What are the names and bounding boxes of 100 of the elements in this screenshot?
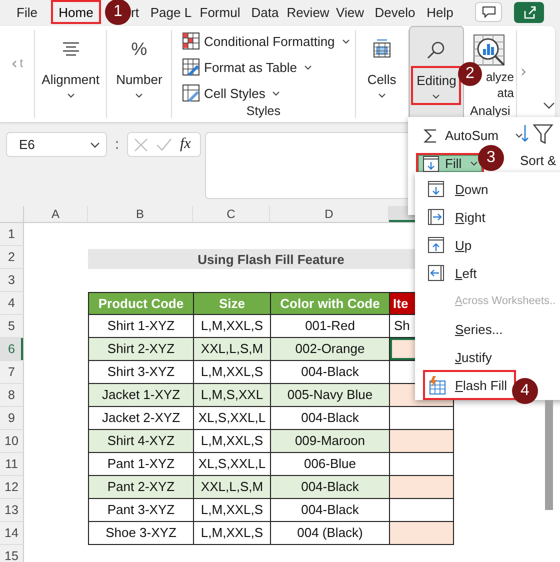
caret-icon [378, 93, 386, 98]
flash-fill-icon [427, 375, 447, 395]
row-header[interactable]: 8 [0, 384, 24, 407]
ribbon-button[interactable]: Alignment [40, 67, 102, 102]
table-cell[interactable]: Jacket 1-XYZ [88, 384, 193, 407]
table-cell[interactable]: XXL,L,S,M [193, 338, 270, 361]
table-cell[interactable]: Shirt 4-XYZ [88, 430, 193, 453]
ribbon-button[interactable]: Cell Styles [182, 84, 350, 102]
ribbon-tab[interactable]: File [6, 1, 48, 23]
grid-icon [370, 38, 393, 60]
share-icon [522, 5, 536, 19]
table-cell[interactable]: 009-Maroon [270, 430, 389, 453]
table-brush-icon [182, 58, 200, 76]
row-header[interactable]: 9 [0, 407, 24, 430]
group-label: Styles [246, 104, 280, 118]
caret-icon [515, 133, 524, 138]
column-header[interactable]: B [88, 206, 193, 223]
row-header[interactable]: 10 [0, 430, 24, 453]
table-cell[interactable]: Shoe 3-XYZ [88, 522, 193, 545]
caret-icon [66, 93, 75, 98]
group-label: Analysi [470, 104, 510, 118]
drag-handle-icon [115, 139, 119, 151]
row-header[interactable]: 15 [0, 545, 24, 562]
menu-item[interactable]: Series... [415, 315, 511, 343]
grid-icon [182, 32, 200, 50]
table-cell[interactable] [389, 476, 454, 499]
column-header[interactable]: C [193, 206, 270, 223]
caret-icon [272, 90, 280, 96]
ribbon-tab[interactable]: Review [286, 1, 330, 23]
row-header[interactable]: 13 [0, 499, 24, 522]
column-header[interactable]: D [270, 206, 389, 223]
chevron-right-icon [520, 68, 527, 76]
row-header[interactable]: 12 [0, 476, 24, 499]
menu-item[interactable]: Down [415, 175, 496, 203]
table-header-cell: Size [193, 292, 270, 315]
caret-icon [432, 94, 440, 99]
row-header[interactable]: 14 [0, 522, 24, 545]
row-header[interactable]: 11 [0, 453, 24, 476]
menu-item[interactable]: Justify [415, 343, 500, 371]
table-cell[interactable]: Pant 3-XYZ [88, 499, 193, 522]
speech-bubble-icon [482, 6, 496, 18]
check-icon [156, 138, 172, 152]
column-header[interactable]: A [24, 206, 88, 223]
table-cell[interactable] [389, 430, 454, 453]
row-header[interactable]: 4 [0, 292, 24, 315]
table-header-cell: Color with Code [270, 292, 389, 315]
comment-button[interactable] [475, 2, 502, 22]
row-header[interactable]: 7 [0, 361, 24, 384]
caret-icon [304, 64, 312, 70]
percent-icon: % [131, 38, 148, 60]
insert-function-button[interactable]: fx [180, 136, 191, 153]
row-header[interactable]: 5 [0, 315, 24, 338]
ribbon-button[interactable]: Number [114, 67, 164, 102]
table-cell[interactable]: 004-Black [270, 476, 389, 499]
table-cell[interactable]: Shirt 2-XYZ [88, 338, 193, 361]
ribbon-tab[interactable]: Home [52, 1, 100, 23]
chart-magnifier-icon [473, 34, 508, 68]
row-header[interactable]: 6 [0, 338, 24, 361]
ribbon-tab[interactable]: Formul [196, 1, 244, 23]
table-header-cell: Product Code [88, 292, 193, 315]
ribbon-tab[interactable]: Develo [370, 1, 420, 23]
cancel-icon [134, 138, 148, 152]
ribbon-button[interactable]: Cells [365, 67, 398, 102]
dropdown-caret-icon [90, 142, 100, 148]
name-box[interactable]: E6 [6, 132, 107, 157]
table-cell[interactable]: L,M,XXL,S [193, 499, 270, 522]
table-cell[interactable]: 002-Orange [270, 338, 389, 361]
arrow-down-icon [427, 180, 445, 198]
table-cell[interactable] [389, 522, 454, 545]
ribbon-button[interactable]: Conditional Formatting [182, 32, 350, 50]
row-header[interactable]: 3 [0, 269, 24, 292]
arrow-right-icon [427, 208, 445, 226]
table-cell[interactable]: L,M,XXL,S [193, 522, 270, 545]
menu-item[interactable]: Right [415, 203, 494, 231]
row-header[interactable]: 1 [0, 223, 24, 246]
ribbon-tab[interactable]: Data [244, 1, 286, 23]
ribbon-tab[interactable]: Page L [146, 1, 196, 23]
collapse-chevron-icon [542, 102, 555, 109]
table-cell[interactable]: 004-Black [270, 499, 389, 522]
arrow-left-icon [427, 264, 445, 282]
share-button[interactable] [514, 2, 544, 22]
ribbon-tab[interactable]: View [330, 1, 370, 23]
caret-icon [342, 38, 350, 44]
table-cell[interactable]: L,M,S,XXL [193, 384, 270, 407]
ribbon-tab[interactable]: rt [131, 1, 146, 23]
ribbon-label: t [20, 56, 24, 70]
table-cell[interactable]: Pant 2-XYZ [88, 476, 193, 499]
ribbon-button[interactable]: Editing [413, 68, 460, 103]
caret-icon [470, 161, 478, 166]
chevron-left-icon [10, 60, 17, 68]
caret-icon [135, 93, 144, 98]
table-cell[interactable]: XXL,L,S,M [193, 476, 270, 499]
ribbon-button[interactable]: alyze ata [486, 69, 514, 101]
scrollbar-thumb[interactable] [545, 400, 553, 510]
ribbon-tab[interactable]: Help [420, 1, 460, 23]
ribbon-button[interactable]: Format as Table [182, 58, 350, 76]
row-header[interactable]: 2 [0, 246, 24, 269]
table-cell[interactable]: 005-Navy Blue [270, 384, 389, 407]
table-cell[interactable]: XL,S,XXL,L [193, 407, 270, 430]
step-badge: 1 [105, 0, 131, 25]
